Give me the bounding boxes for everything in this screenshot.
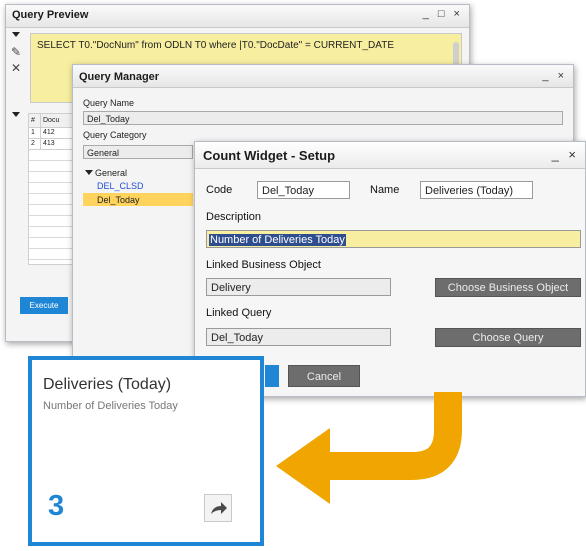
flow-arrow-icon — [276, 392, 462, 504]
query-category-field[interactable]: General — [83, 145, 193, 159]
code-field[interactable]: Del_Today — [257, 181, 350, 199]
query-manager-titlebar: Query Manager _ × — [73, 65, 573, 88]
linked-query-label: Linked Query — [206, 307, 272, 319]
query-manager-title: Query Manager — [79, 71, 160, 83]
query-preview-title: Query Preview — [12, 9, 89, 21]
widget-count[interactable]: 3 — [48, 490, 64, 523]
name-field[interactable]: Deliveries (Today) — [420, 181, 533, 199]
execute-button[interactable]: Execute — [20, 297, 68, 314]
description-selected-text: Number of Deliveries Today — [209, 234, 346, 246]
count-widget-tile[interactable]: Deliveries (Today) Number of Deliveries … — [28, 356, 264, 546]
tree-root-general[interactable]: General — [95, 168, 127, 178]
widget-subtitle: Number of Deliveries Today — [43, 400, 178, 412]
query-preview-window-buttons[interactable]: _ □ × — [423, 8, 463, 20]
choose-query-button[interactable]: Choose Query — [435, 328, 581, 347]
wrench-icon[interactable]: ✕ — [11, 61, 21, 75]
description-field[interactable]: Number of Deliveries Today — [206, 230, 581, 248]
grid-header-num: # — [29, 114, 41, 128]
sql-text: SELECT T0."DocNum" from ODLN T0 where |T… — [37, 40, 394, 51]
tree-item-del-clsd[interactable]: DEL_CLSD — [97, 181, 144, 191]
query-name-field[interactable]: Del_Today — [83, 111, 563, 125]
setup-window-buttons[interactable]: _ × — [552, 147, 579, 162]
widget-title: Deliveries (Today) — [43, 376, 172, 393]
linked-business-object-field[interactable]: Delivery — [206, 278, 391, 296]
collapse-triangle-icon[interactable] — [12, 112, 20, 117]
query-category-label: Query Category — [83, 130, 147, 140]
result-grid: # Docu 1 412 2 413 — [28, 113, 78, 265]
share-arrow-icon[interactable] — [204, 494, 232, 522]
grid-row-num: 2 — [29, 139, 41, 150]
description-label: Description — [206, 211, 262, 223]
cancel-button[interactable]: Cancel — [288, 365, 360, 387]
setup-title: Count Widget - Setup — [203, 148, 336, 163]
linked-business-object-label: Linked Business Object — [206, 259, 321, 271]
code-label: Code — [206, 184, 233, 196]
grid-empty-rows — [29, 150, 77, 264]
collapse-triangle-icon[interactable] — [12, 32, 20, 37]
setup-titlebar: Count Widget - Setup _ × — [195, 142, 585, 169]
choose-business-object-button[interactable]: Choose Business Object — [435, 278, 581, 297]
grid-row-num: 1 — [29, 128, 41, 139]
ok-button[interactable] — [265, 365, 279, 387]
query-name-label: Query Name — [83, 98, 135, 108]
query-preview-titlebar: Query Preview _ □ × — [6, 5, 469, 28]
tree-expand-icon[interactable] — [85, 170, 93, 175]
query-manager-window-buttons[interactable]: _ × — [542, 70, 567, 82]
tree-item-del-today[interactable]: Del_Today — [97, 195, 140, 205]
flow-arrow-head — [276, 428, 330, 504]
flow-arrow-shaft — [328, 392, 462, 480]
linked-query-field[interactable]: Del_Today — [206, 328, 391, 346]
name-label: Name — [370, 184, 400, 196]
pencil-icon[interactable]: ✎ — [11, 45, 21, 59]
